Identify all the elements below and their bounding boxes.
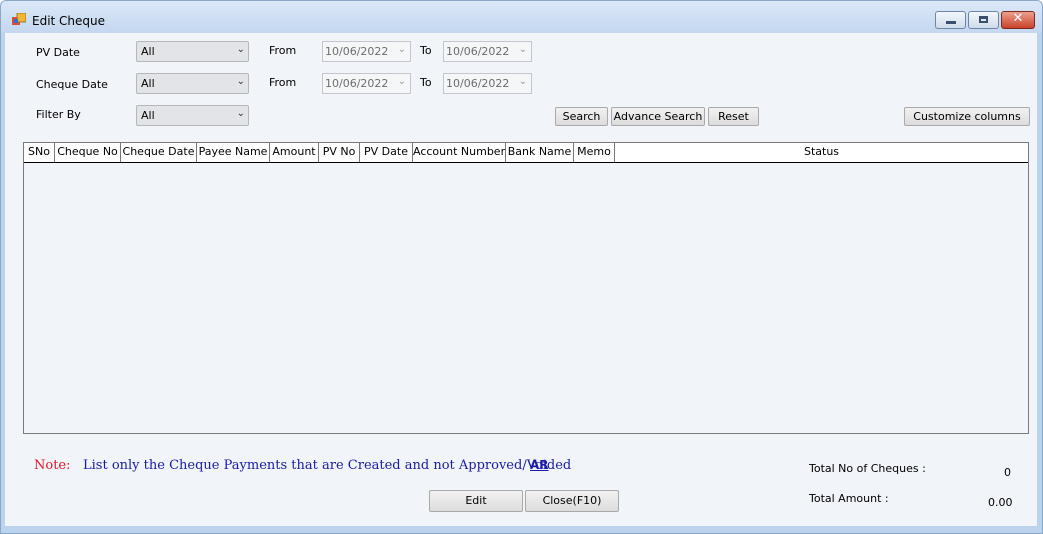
- cheque-date-label: Cheque Date: [36, 78, 108, 91]
- pv-date-label: PV Date: [36, 46, 80, 59]
- app-window-icon: [12, 13, 26, 25]
- chevron-down-icon: ⌄: [518, 44, 527, 55]
- window-title: Edit Cheque: [32, 14, 106, 28]
- minimize-icon: [946, 21, 956, 24]
- cheque-date-from-picker[interactable]: 10/06/2022 ⌄: [322, 73, 411, 94]
- maximize-button[interactable]: [968, 11, 999, 29]
- pv-date-to-label: To: [420, 44, 432, 57]
- pv-date-from-picker[interactable]: 10/06/2022 ⌄: [322, 41, 411, 62]
- title-bar: Edit Cheque ✕: [1, 1, 1042, 33]
- minimize-button[interactable]: [935, 11, 966, 29]
- chevron-down-icon: ⌄: [397, 76, 406, 87]
- pv-date-select[interactable]: All ⌄: [136, 41, 249, 62]
- chevron-down-icon: ⌄: [236, 108, 245, 119]
- reset-button[interactable]: Reset: [708, 107, 759, 126]
- advance-search-button[interactable]: Advance Search: [611, 107, 705, 126]
- edit-button[interactable]: Edit: [429, 490, 523, 512]
- total-cheques-label: Total No of Cheques :: [809, 462, 926, 475]
- column-header-pv-no[interactable]: PV No: [319, 143, 360, 162]
- column-header-payee-name[interactable]: Payee Name: [197, 143, 270, 162]
- close-icon: ✕: [1012, 11, 1024, 26]
- column-header-account-number[interactable]: Account Number: [413, 143, 506, 162]
- close-button[interactable]: Close(F10): [525, 490, 619, 512]
- chevron-down-icon: ⌄: [236, 44, 245, 55]
- note-label: Note:: [34, 458, 71, 473]
- total-amount-value: 0.00: [988, 496, 1013, 509]
- column-header-pv-date[interactable]: PV Date: [360, 143, 413, 162]
- column-header-memo[interactable]: Memo: [574, 143, 615, 162]
- column-header-amount[interactable]: Amount: [270, 143, 319, 162]
- cheque-date-select[interactable]: All ⌄: [136, 73, 249, 94]
- column-header-cheque-date[interactable]: Cheque Date: [121, 143, 197, 162]
- pv-date-to-picker[interactable]: 10/06/2022 ⌄: [443, 41, 532, 62]
- column-header-status[interactable]: Status: [615, 143, 1028, 162]
- pv-date-from-label: From: [269, 44, 297, 57]
- close-window-button[interactable]: ✕: [1001, 11, 1035, 29]
- search-button[interactable]: Search: [555, 107, 608, 126]
- total-cheques-value: 0: [1004, 466, 1011, 479]
- column-header-cheque-no[interactable]: Cheque No: [55, 143, 121, 162]
- ar-link[interactable]: AR: [530, 458, 549, 472]
- chevron-down-icon: ⌄: [236, 76, 245, 87]
- chevron-down-icon: ⌄: [397, 44, 406, 55]
- form-body: PV Date All ⌄ From 10/06/2022 ⌄ To 10/06…: [5, 33, 1037, 526]
- maximize-icon: [979, 16, 988, 23]
- edit-cheque-window: Edit Cheque ✕ PV Date All ⌄ From 10/06/2…: [0, 0, 1043, 534]
- cheque-date-to-picker[interactable]: 10/06/2022 ⌄: [443, 73, 532, 94]
- grid-header-row: SNo Cheque No Cheque Date Payee Name Amo…: [24, 143, 1028, 163]
- cheque-date-from-label: From: [269, 76, 297, 89]
- cheque-grid[interactable]: SNo Cheque No Cheque Date Payee Name Amo…: [23, 142, 1029, 434]
- cheque-date-to-label: To: [420, 76, 432, 89]
- total-amount-label: Total Amount :: [809, 492, 889, 505]
- note-text: List only the Cheque Payments that are C…: [83, 458, 572, 473]
- filter-by-select[interactable]: All ⌄: [136, 105, 249, 126]
- column-header-bank-name[interactable]: Bank Name: [506, 143, 574, 162]
- column-header-sno[interactable]: SNo: [24, 143, 55, 162]
- customize-columns-button[interactable]: Customize columns: [904, 107, 1030, 126]
- filter-by-label: Filter By: [36, 108, 81, 121]
- chevron-down-icon: ⌄: [518, 76, 527, 87]
